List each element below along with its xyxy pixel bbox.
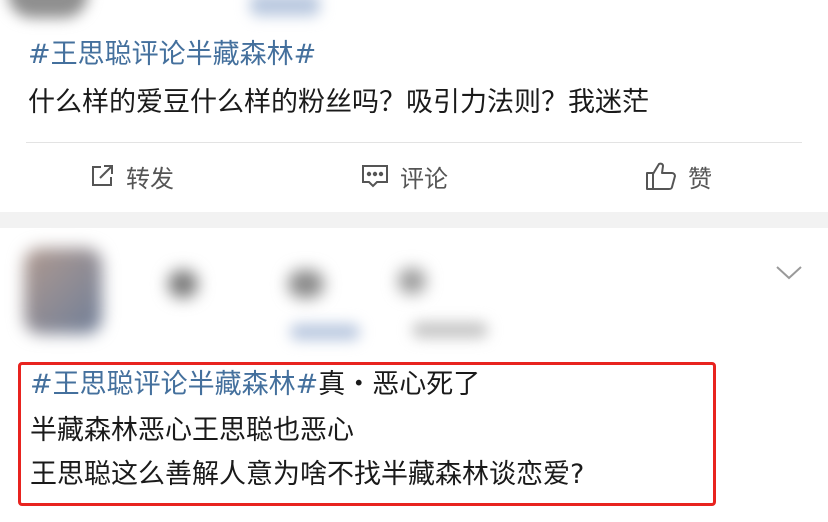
post-text: 真・恶心死了 bbox=[318, 369, 481, 400]
post-card-2: #王思聪评论半藏森林#真・恶心死了 半藏森林恶心王思聪也恶心 王思聪这么善解人意… bbox=[0, 228, 828, 522]
thumbs-up-icon bbox=[644, 160, 678, 192]
post-meta bbox=[290, 324, 360, 340]
like-label: 赞 bbox=[688, 164, 712, 193]
repost-label: 转发 bbox=[126, 164, 174, 193]
user-badge bbox=[398, 268, 426, 294]
chevron-down-icon[interactable] bbox=[774, 262, 804, 286]
post-topic[interactable]: #王思聪评论半藏森林# bbox=[28, 38, 316, 72]
username[interactable] bbox=[250, 0, 320, 16]
post-line-1: #王思聪评论半藏森林#真・恶心死了 bbox=[30, 368, 480, 402]
post-line-2: 半藏森林恶心王思聪也恶心 bbox=[30, 415, 354, 446]
topic-link[interactable]: #王思聪评论半藏森林# bbox=[28, 39, 316, 70]
divider bbox=[26, 142, 802, 143]
post-card-1: #王思聪评论半藏森林# 什么样的爱豆什么样的粉丝吗？吸引力法则？我迷茫 转发 评… bbox=[0, 0, 828, 212]
feed-separator bbox=[0, 212, 828, 228]
avatar[interactable] bbox=[8, 0, 88, 18]
comment-icon bbox=[360, 162, 390, 190]
topic-link[interactable]: #王思聪评论半藏森林# bbox=[30, 369, 318, 400]
post-line-3: 王思聪这么善解人意为啥不找半藏森林谈恋爱? bbox=[30, 459, 585, 490]
comment-label: 评论 bbox=[400, 164, 448, 193]
comment-button[interactable]: 评论 bbox=[360, 158, 448, 194]
repost-button[interactable]: 转发 bbox=[88, 158, 174, 194]
username[interactable] bbox=[168, 270, 198, 298]
user-badge bbox=[288, 270, 324, 298]
like-button[interactable]: 赞 bbox=[644, 158, 712, 194]
post-text: 什么样的爱豆什么样的粉丝吗？吸引力法则？我迷茫 bbox=[28, 87, 649, 118]
share-icon bbox=[88, 162, 116, 190]
avatar[interactable] bbox=[24, 248, 102, 334]
post-meta bbox=[412, 322, 488, 338]
